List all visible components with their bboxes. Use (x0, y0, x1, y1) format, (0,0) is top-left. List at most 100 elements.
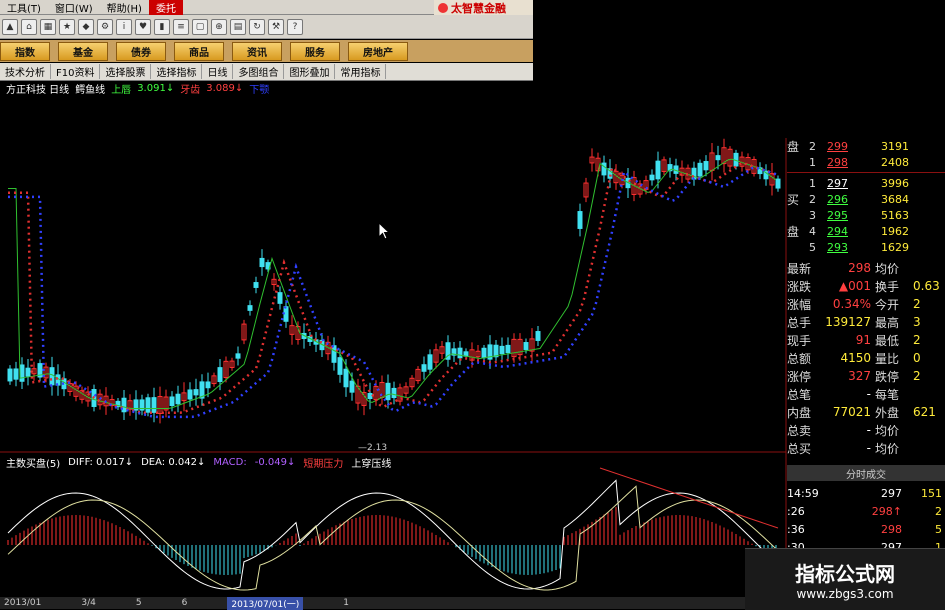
tech-analysis-button[interactable]: 技术分析 (0, 64, 51, 79)
info-icon[interactable]: i (116, 18, 132, 35)
candle-body (577, 211, 583, 229)
stat-label: 现手 (787, 333, 812, 348)
stat-value: 3 (913, 315, 921, 329)
stat-label: 总手 (787, 315, 812, 330)
candle-body (703, 161, 709, 171)
tab-realestate[interactable]: 房地产 (348, 41, 408, 61)
level-price[interactable]: 294 (827, 225, 869, 238)
level-price[interactable]: 295 (827, 209, 869, 222)
refresh-icon[interactable]: ↻ (249, 18, 265, 35)
candle-body (697, 162, 703, 177)
menu-window[interactable]: 窗口(W) (48, 0, 100, 15)
watermark: 指标公式网 www.zbgs3.com (745, 548, 945, 610)
multi-chart-button[interactable]: 多图组合 (233, 64, 285, 79)
tab-fund[interactable]: 基金 (58, 41, 108, 61)
menu-tools[interactable]: 工具(T) (0, 0, 48, 15)
tab-news[interactable]: 资讯 (232, 41, 282, 61)
common-indicator-button[interactable]: 常用指标 (335, 64, 387, 79)
candle-body (655, 160, 661, 180)
candle-body (187, 389, 193, 400)
heart-icon[interactable]: ♥ (135, 18, 151, 35)
settings-icon[interactable]: ⚒ (268, 18, 284, 35)
buy-level-row: 5 293 1629 (787, 239, 945, 255)
candle-body (205, 381, 211, 389)
sell-level-row: 1 298 2408 (787, 154, 945, 170)
menu-entrust[interactable]: 委托 (148, 0, 183, 15)
stat-label: 总额 (787, 351, 812, 366)
stat-value: 298 (848, 261, 871, 275)
list-icon[interactable]: ≡ (173, 18, 189, 35)
daily-button[interactable]: 日线 (202, 64, 234, 79)
macd-info: 主数买盘(5) DIFF: 0.017↓ DEA: 0.042↓ MACD: -… (0, 455, 391, 470)
tick-row: 14:59 297 151 (787, 484, 945, 502)
bars-icon[interactable]: ▮ (154, 18, 170, 35)
stat-value: 2 (913, 369, 921, 383)
level-price[interactable]: 293 (827, 241, 869, 254)
star-icon[interactable]: ★ (59, 18, 75, 35)
candle-body (253, 282, 259, 288)
stat-label: 均价 (875, 441, 900, 456)
chart-icon[interactable]: ▲ (2, 18, 18, 35)
stat-label: 最低 (875, 333, 900, 348)
date-label: 5 (135, 598, 142, 608)
select-indicator-button[interactable]: 选择指标 (151, 64, 203, 79)
f10-button[interactable]: F10资料 (51, 64, 101, 79)
date-label: 1 (343, 598, 349, 608)
stat-label: 总买 (787, 441, 812, 456)
side-label: 盘 (787, 224, 800, 239)
candle-body (19, 364, 25, 382)
tab-commodity[interactable]: 商品 (174, 41, 224, 61)
diff-value: DIFF: 0.017↓ (68, 456, 134, 468)
brand-logo: 太智慧金融 (434, 0, 533, 15)
candle-body (427, 354, 433, 370)
stat-label: 涨幅 (787, 297, 812, 312)
level-price[interactable]: 299 (827, 140, 869, 153)
candle-body (277, 292, 283, 304)
stat-value: 0.63 (913, 279, 940, 293)
candle-body (331, 345, 337, 363)
tab-index[interactable]: 指数 (0, 41, 50, 61)
tick-volume: 151 (921, 486, 942, 500)
book-separator (787, 172, 945, 173)
stat-value: - (866, 441, 871, 455)
level-price[interactable]: 297 (827, 177, 869, 190)
home-icon[interactable]: ⌂ (21, 18, 37, 35)
macd-histogram (7, 507, 777, 575)
tick-price: 298↑ (871, 504, 902, 518)
candle-body (523, 342, 529, 350)
help-icon[interactable]: ? (287, 18, 303, 35)
brand-text: 太智慧金融 (451, 1, 506, 15)
stat-value: 0 (913, 351, 921, 365)
side-label: 盘 (787, 139, 800, 154)
teeth-label: 牙齿 (180, 84, 201, 96)
window-icon[interactable]: ▢ (192, 18, 208, 35)
level-index: 1 (809, 176, 816, 190)
teeth-value: 3.089↓ (206, 82, 244, 94)
zoom-icon[interactable]: ⊕ (211, 18, 227, 35)
diamond-icon[interactable]: ◆ (78, 18, 94, 35)
stat-value: 91 (855, 333, 871, 347)
toolbar: ▲ ⌂ ▦ ★ ◆ ⚙ i ♥ ▮ ≡ ▢ ⊕ ▤ ↻ ⚒ ? (0, 15, 533, 39)
print-icon[interactable]: ▤ (230, 18, 246, 35)
level-price[interactable]: 296 (827, 193, 869, 206)
tab-bond[interactable]: 债券 (116, 41, 166, 61)
tab-service[interactable]: 服务 (290, 41, 340, 61)
overlay-button[interactable]: 图形叠加 (284, 64, 336, 79)
tool-icon[interactable]: ⚙ (97, 18, 113, 35)
jaw-label: 下颚 (249, 84, 270, 96)
stat-label: 总卖 (787, 423, 812, 438)
date-label: 6 (181, 598, 188, 608)
macd-value: -0.049↓ (254, 456, 296, 468)
menu-help[interactable]: 帮助(H) (100, 0, 149, 15)
candle-body (217, 367, 223, 383)
select-stock-button[interactable]: 选择股票 (100, 64, 152, 79)
level-volume: 2408 (881, 155, 909, 169)
level-price[interactable]: 298 (827, 156, 869, 169)
candle-body (193, 389, 199, 396)
level-index: 3 (809, 208, 816, 222)
stat-value: ▲001 (838, 279, 871, 293)
grid-icon[interactable]: ▦ (40, 18, 56, 35)
tick-row: :26 298↑ 2 (787, 502, 945, 520)
alligator-lines (8, 158, 777, 419)
candle-body (49, 367, 55, 386)
